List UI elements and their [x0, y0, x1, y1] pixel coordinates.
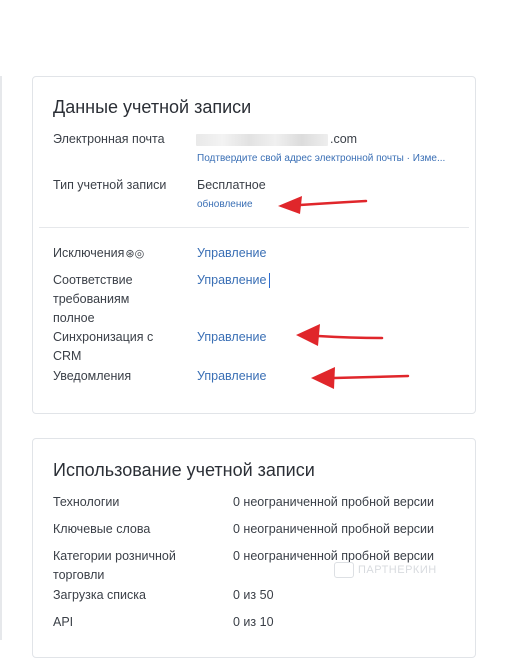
- annotation-arrows: [278, 196, 410, 389]
- arrow-crm-sync: [296, 324, 384, 346]
- arrow-upgrade: [278, 196, 368, 214]
- arrow-notifications: [311, 367, 410, 389]
